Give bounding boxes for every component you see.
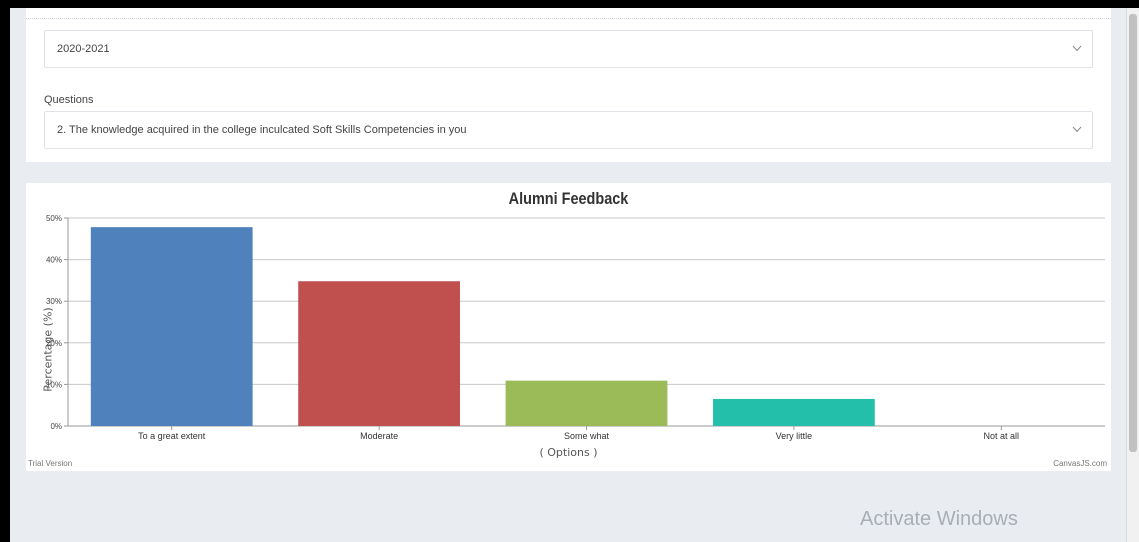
trial-version-label: Trial Version xyxy=(28,459,73,468)
y-tick-label: 0% xyxy=(50,422,62,431)
x-axis-label: ( Options ) xyxy=(539,446,598,459)
year-select[interactable]: 2020-2021 xyxy=(44,30,1093,68)
bar-very-little xyxy=(713,398,875,426)
divider xyxy=(26,18,1111,19)
chevron-down-icon xyxy=(1072,45,1082,52)
x-tick-label: Some what xyxy=(564,431,610,441)
left-border xyxy=(0,0,10,542)
chart-panel: 0% 10% 20% 30% 40% 50% To a great extent Modera… xyxy=(26,183,1111,471)
activate-windows-watermark: Activate Windows xyxy=(860,508,1018,530)
bar-to-a-great-extent xyxy=(90,227,253,426)
x-tick-label: Moderate xyxy=(360,431,398,441)
bar-moderate xyxy=(298,281,460,426)
question-select-value: 2. The knowledge acquired in the college… xyxy=(57,124,467,136)
top-border xyxy=(0,0,1139,8)
x-tick-label: Not at all xyxy=(984,431,1020,441)
x-tick-label: Very little xyxy=(776,431,813,441)
questions-label: Questions xyxy=(44,94,94,106)
bar-chart: 0%10%20%30%40%50%To a great extent Modera… xyxy=(46,214,1105,441)
chart-title: Alumni Feedback xyxy=(508,189,629,208)
year-select-value: 2020-2021 xyxy=(57,43,110,55)
filter-panel: 2020-2021 Questions 2. The knowledge acq… xyxy=(26,8,1111,162)
chevron-down-icon xyxy=(1072,126,1082,133)
x-tick-label: To a great extent xyxy=(138,431,206,441)
y-tick-label: 40% xyxy=(46,256,62,265)
scrollbar-thumb[interactable] xyxy=(1129,14,1137,452)
y-axis-label: Percentage (%) xyxy=(41,307,55,392)
canvasjs-credit[interactable]: CanvasJS.com xyxy=(1053,459,1107,468)
question-select[interactable]: 2. The knowledge acquired in the college… xyxy=(44,111,1093,149)
bar-some-what xyxy=(505,380,668,426)
y-tick-label: 50% xyxy=(46,214,62,223)
